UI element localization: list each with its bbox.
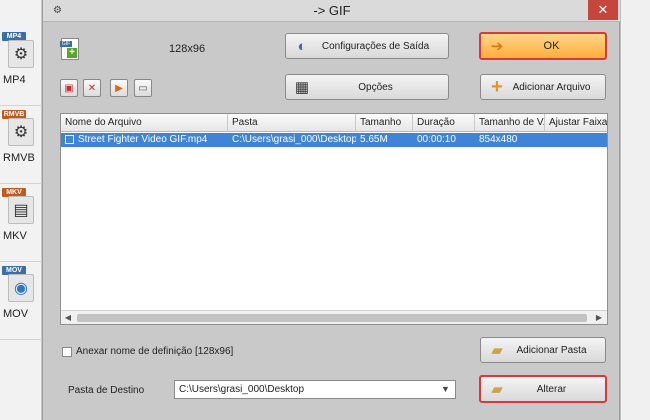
clear-list-icon[interactable]: ✕ (83, 79, 101, 97)
cell-duration: 00:00:10 (417, 134, 456, 145)
folder-add-icon: ▰ (491, 342, 503, 359)
chevron-down-icon: ▼ (441, 384, 450, 394)
folder-icon: ▰ (491, 381, 503, 398)
cell-folder: C:\Users\grasi_000\Desktop (232, 134, 356, 145)
resolution-label: 128x96 (169, 43, 206, 55)
scroll-right-icon[interactable]: ▶ (594, 313, 604, 323)
append-definition-label: Anexar nome de definição [128x96] (76, 346, 234, 357)
file-list-table: Nome do Arquivo Pasta Tamanho Duração Ta… (60, 113, 608, 325)
cell-size: 5.65M (360, 134, 388, 145)
film-reel-icon: ⚙ (8, 118, 34, 146)
cell-video-size: 854x480 (479, 134, 518, 145)
background-window-edge (620, 0, 650, 420)
settings-wheel-icon: ◐ (297, 37, 307, 55)
column-header-filename[interactable]: Nome do Arquivo (61, 114, 228, 132)
play-icon[interactable]: ▶ (110, 79, 128, 97)
column-header-folder[interactable]: Pasta (228, 114, 356, 132)
add-file-button[interactable]: + Adicionar Arquivo (480, 74, 606, 100)
arrow-right-icon: ➔ (490, 38, 504, 55)
options-button[interactable]: ▦ Opções (285, 74, 449, 100)
format-item-mkv[interactable]: MKV ▤ MKV (0, 184, 42, 262)
change-button[interactable]: ▰ Alterar (479, 375, 607, 403)
remove-item-icon[interactable]: ▣ (60, 79, 78, 97)
scrollbar-thumb[interactable] (77, 314, 587, 322)
format-label: MOV (3, 308, 29, 320)
quicktime-icon: ◉ (8, 274, 34, 302)
add-folder-button[interactable]: ▰ Adicionar Pasta (480, 337, 606, 363)
column-header-video-size[interactable]: Tamanho de V... (475, 114, 545, 132)
append-definition-checkbox[interactable] (62, 347, 72, 357)
output-settings-button[interactable]: ◐ Configurações de Saída (285, 33, 449, 59)
plus-icon: + (491, 75, 503, 98)
format-label: RMVB (3, 152, 35, 164)
destination-label: Pasta de Destino (68, 385, 145, 396)
dialog-titlebar: ⚙ -> GIF (43, 0, 621, 22)
media-info-icon[interactable]: ▭ (134, 79, 152, 97)
table-header: Nome do Arquivo Pasta Tamanho Duração Ta… (61, 114, 607, 132)
horizontal-scrollbar[interactable]: ◀ ▶ (61, 310, 607, 324)
dialog-title: -> GIF (313, 3, 351, 18)
format-item-mov[interactable]: MOV ◉ MOV (0, 262, 42, 340)
format-item-mp4[interactable]: MP4 ⚙ MP4 (0, 28, 42, 106)
options-save-icon: ▦ (294, 79, 310, 96)
column-header-range[interactable]: Ajustar Faixa (545, 114, 607, 132)
destination-dropdown[interactable]: C:\Users\grasi_000\Desktop ▼ (174, 380, 456, 399)
cell-range (546, 133, 607, 147)
cell-filename: Street Fighter Video GIF.mp4 (78, 134, 208, 145)
row-checkbox[interactable] (65, 135, 74, 144)
column-header-size[interactable]: Tamanho (356, 114, 413, 132)
format-item-rmvb[interactable]: RMVB ⚙ RMVB (0, 106, 42, 184)
close-button[interactable]: ✕ (588, 0, 618, 20)
ok-button[interactable]: ➔ OK (479, 32, 607, 60)
gif-file-icon: GIF + (60, 38, 79, 60)
scroll-left-icon[interactable]: ◀ (63, 313, 73, 323)
format-label: MP4 (3, 74, 26, 86)
column-header-duration[interactable]: Duração (413, 114, 475, 132)
film-strip-icon: ▤ (8, 196, 34, 224)
destination-value: C:\Users\grasi_000\Desktop (179, 384, 305, 395)
format-label: MKV (3, 230, 27, 242)
film-reel-icon: ⚙ (8, 40, 34, 68)
table-row[interactable]: Street Fighter Video GIF.mp4 C:\Users\gr… (61, 133, 607, 147)
format-sidebar: MP4 ⚙ MP4 RMVB ⚙ RMVB MKV ▤ MKV MOV ◉ MO… (0, 0, 42, 420)
gif-conversion-dialog: ⚙ -> GIF GIF + 128x96 ◐ Configurações de… (42, 0, 621, 420)
